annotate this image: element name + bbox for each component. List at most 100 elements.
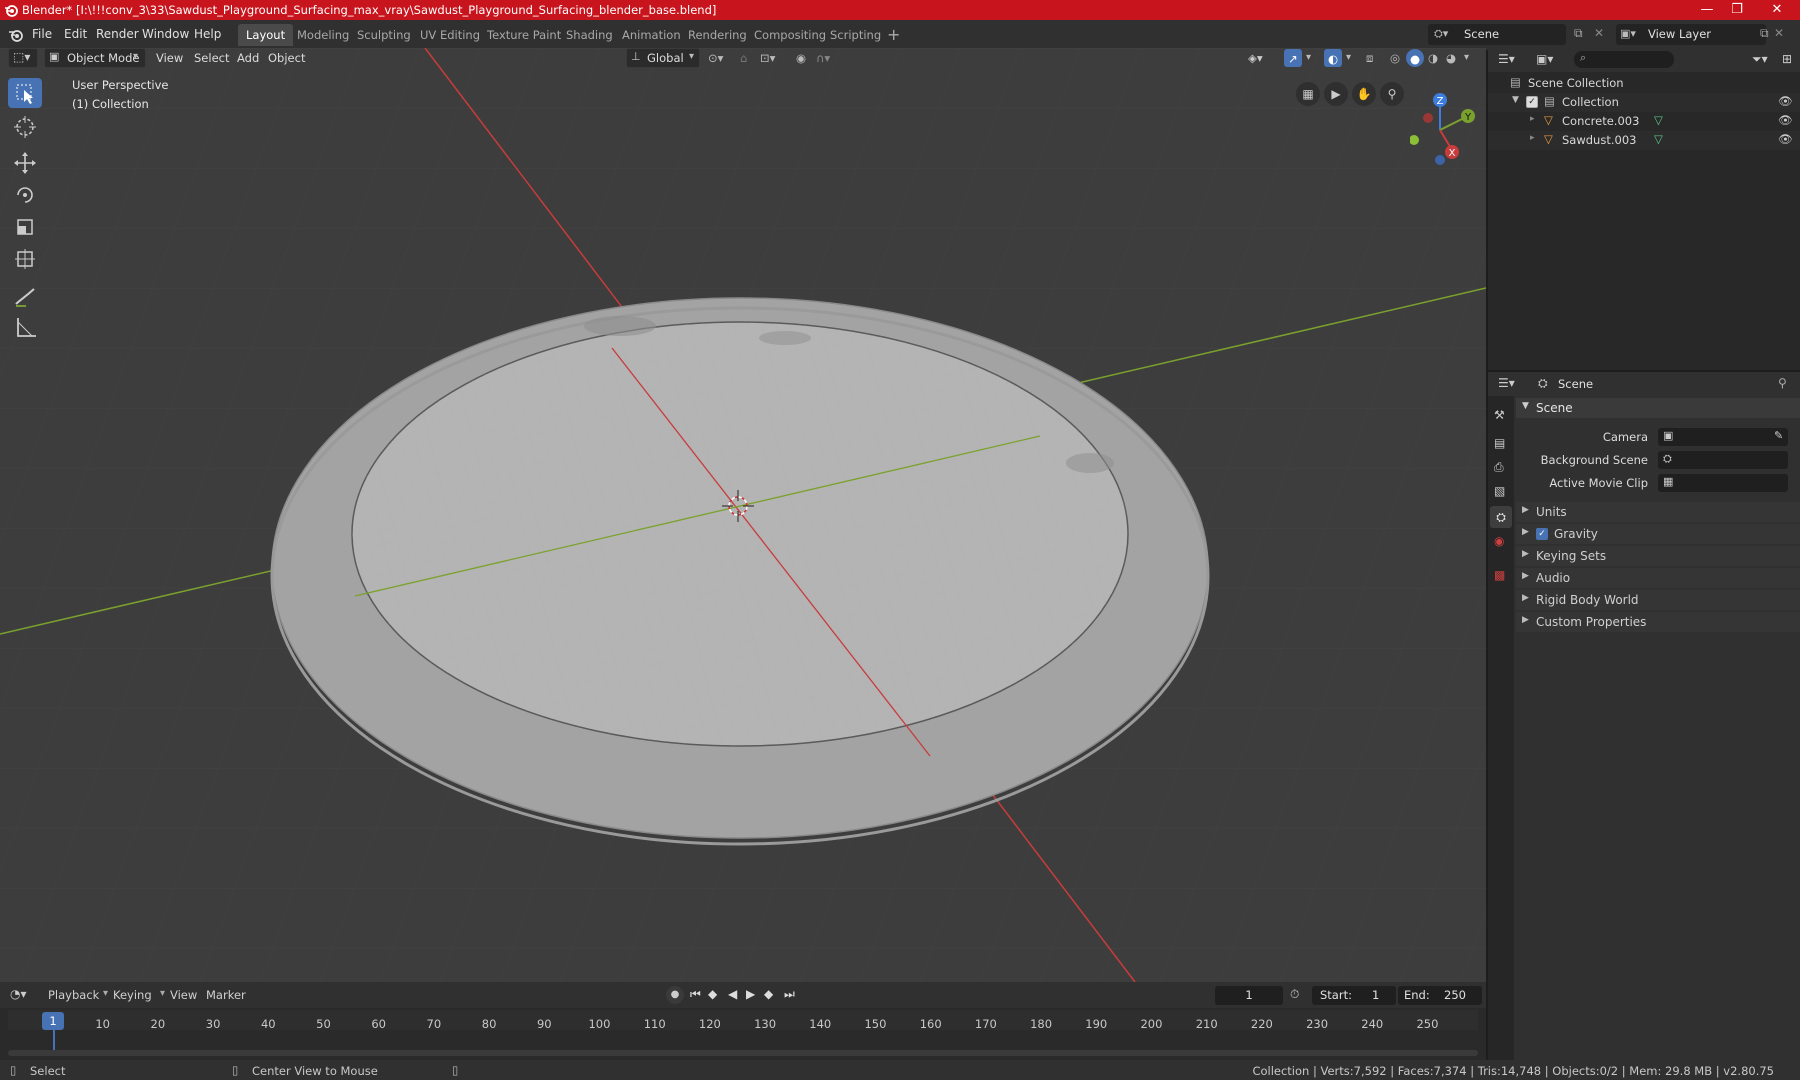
menu-window[interactable]: Window [142,27,189,41]
pin-icon[interactable]: ⚲ [1778,376,1787,390]
outliner-object-row[interactable]: ▸ ▽ Sawdust.003 ▽ 👁 [1488,131,1800,150]
eye-icon[interactable]: 👁 [1778,113,1793,127]
transform-tool[interactable] [8,244,42,274]
scene-selector[interactable]: ⛭▾ Scene ⧉ ✕ [1428,24,1604,45]
add-workspace-button[interactable]: + [887,25,900,44]
menu-edit[interactable]: Edit [64,27,87,41]
expand-arrow-icon[interactable]: ▸ [1530,114,1535,124]
measure-tool[interactable] [8,312,42,342]
tab-modeling[interactable]: Modeling [289,24,357,46]
eye-icon[interactable]: 👁 [1778,94,1793,108]
pan-view-icon[interactable]: ✋ [1352,82,1376,106]
zoom-view-icon[interactable]: ⚲ [1380,82,1404,106]
gravity-checkbox[interactable]: ✓ [1536,528,1548,540]
maximize-button[interactable]: ❐ [1716,0,1758,20]
tab-layout[interactable]: Layout [238,24,294,46]
snap-target-icon[interactable]: ⊡▾ [760,48,775,68]
properties-editor-icon[interactable]: ☰▾ [1498,376,1515,390]
view-layer-selector[interactable]: ▣▾ View Layer ⧉ [1616,24,1769,45]
gizmo-toggle-icon[interactable]: ↗ [1284,49,1302,67]
chevron-down-icon[interactable]: ▾ [1464,48,1469,68]
material-shading-icon[interactable]: ◑ [1428,48,1438,68]
outliner-search-input[interactable]: ⌕ [1574,51,1674,68]
expand-arrow-icon[interactable]: ▸ [1530,133,1535,143]
cursor-tool[interactable] [8,112,42,142]
menu-help[interactable]: Help [194,27,221,41]
timeline-menu-marker[interactable]: Marker [206,988,246,1002]
filter-icon[interactable]: ⏷▾ [1752,52,1768,67]
play-reverse-icon[interactable]: ◀ [728,987,737,1001]
new-view-layer-icon[interactable]: ⧉ [1760,26,1769,41]
outliner-editor-icon[interactable]: ☰▾ [1498,52,1515,66]
pivot-point-icon[interactable]: ⊙▾ [708,48,723,68]
record-icon[interactable]: ● [666,986,684,1004]
timeline-menu-playback[interactable]: Playback [48,988,99,1002]
next-keyframe-icon[interactable]: ◆ [764,987,773,1001]
xray-icon[interactable]: ⧈ [1366,48,1373,68]
blender-menu-icon[interactable] [8,28,24,42]
tab-uv-editing[interactable]: UV Editing [412,24,488,46]
rendered-shading-icon[interactable]: ◕ [1446,48,1456,68]
tab-compositing[interactable]: Compositing [746,24,834,46]
viewport-menu-select[interactable]: Select [194,48,229,68]
play-icon[interactable]: ▶ [746,987,755,1001]
texture-tab-icon[interactable]: ▩ [1494,568,1505,582]
outliner-collection-row[interactable]: ▼ ✓ ▤ Collection 👁 [1488,93,1800,112]
output-tab-icon[interactable]: ⎙ [1494,460,1504,475]
units-panel-header[interactable]: ▶ Units [1516,502,1800,522]
timeline-menu-view[interactable]: View [170,988,197,1002]
timeline-menu-keying[interactable]: Keying [113,988,152,1002]
proportional-edit-icon[interactable]: ◉ [796,48,806,68]
prev-keyframe-icon[interactable]: ◆ [708,987,717,1001]
annotate-tool[interactable] [8,282,42,312]
select-box-tool[interactable] [8,78,42,108]
tab-texture-paint[interactable]: Texture Paint [479,24,569,46]
outliner-scene-collection[interactable]: ▤ Scene Collection [1488,74,1800,93]
display-mode-icon[interactable]: ▣▾ [1536,52,1553,66]
view-layer-tab-icon[interactable]: ▧ [1494,484,1505,498]
stopwatch-icon[interactable]: ⏱ [1290,987,1299,1002]
new-scene-icon[interactable]: ⧉ [1574,26,1583,41]
scene-tab-icon[interactable]: ⛭ [1490,506,1512,528]
render-tab-icon[interactable]: ▤ [1494,436,1505,450]
scale-tool[interactable] [8,212,42,242]
keying-sets-panel-header[interactable]: ▶ Keying Sets [1516,546,1800,566]
wireframe-shading-icon[interactable]: ◎ [1390,48,1400,68]
menu-file[interactable]: File [32,27,52,41]
transform-orientation-dropdown[interactable]: ⊥ Global ▾ [626,48,700,68]
chevron-down-icon[interactable]: ▾ [1346,48,1351,68]
editor-type-button[interactable]: ⬚▾ [8,48,38,68]
audio-panel-header[interactable]: ▶ Audio [1516,568,1800,588]
tab-sculpting[interactable]: Sculpting [349,24,419,46]
tab-animation[interactable]: Animation [614,24,689,46]
new-collection-icon[interactable]: ⊞ [1782,52,1792,66]
background-scene-field[interactable]: ⛭ [1658,451,1788,469]
end-frame-field[interactable]: End: 250 [1398,986,1482,1005]
camera-view-icon[interactable]: ▶ [1324,82,1348,106]
solid-shading-icon[interactable]: ● [1406,49,1424,67]
jump-start-icon[interactable]: ⏮ [690,987,701,1002]
jump-end-icon[interactable]: ⏭ [784,987,795,1002]
scene-panel-header[interactable]: ▼ Scene [1516,398,1800,418]
timeline-scrollbar[interactable] [8,1050,1478,1056]
eye-icon[interactable]: 👁 [1778,132,1793,146]
timeline-editor-icon[interactable]: ◔▾ [10,987,27,1001]
expand-arrow-icon[interactable]: ▼ [1512,95,1519,105]
overlays-toggle-icon[interactable]: ◐ [1324,49,1342,67]
rotate-tool[interactable] [8,180,42,210]
rigid-body-world-panel-header[interactable]: ▶ Rigid Body World [1516,590,1800,610]
visibility-icon[interactable]: ◈▾ [1248,48,1263,68]
move-tool[interactable] [8,148,42,178]
active-movie-clip-field[interactable]: ▦ [1658,474,1788,492]
close-button[interactable]: ✕ [1756,0,1798,20]
world-tab-icon[interactable]: ◉ [1494,534,1504,548]
remove-scene-icon[interactable]: ✕ [1594,26,1604,40]
current-frame-field[interactable]: 1 [1215,986,1283,1005]
collection-checkbox[interactable]: ✓ [1526,96,1538,108]
tab-shading[interactable]: Shading [558,24,621,46]
3d-viewport[interactable]: ⬚▾ ▣ Object Mode ▾ View Select Add Objec… [0,48,1486,982]
snap-icon[interactable]: ⌂ [740,48,747,68]
mode-dropdown[interactable]: ▣ Object Mode ▾ [44,48,146,68]
timeline-editor[interactable]: ◔▾ Playback ▾ Keying ▾ View Marker ● ⏮ ◆… [0,982,1486,1060]
camera-field[interactable]: ▣ ✎ [1658,428,1788,446]
